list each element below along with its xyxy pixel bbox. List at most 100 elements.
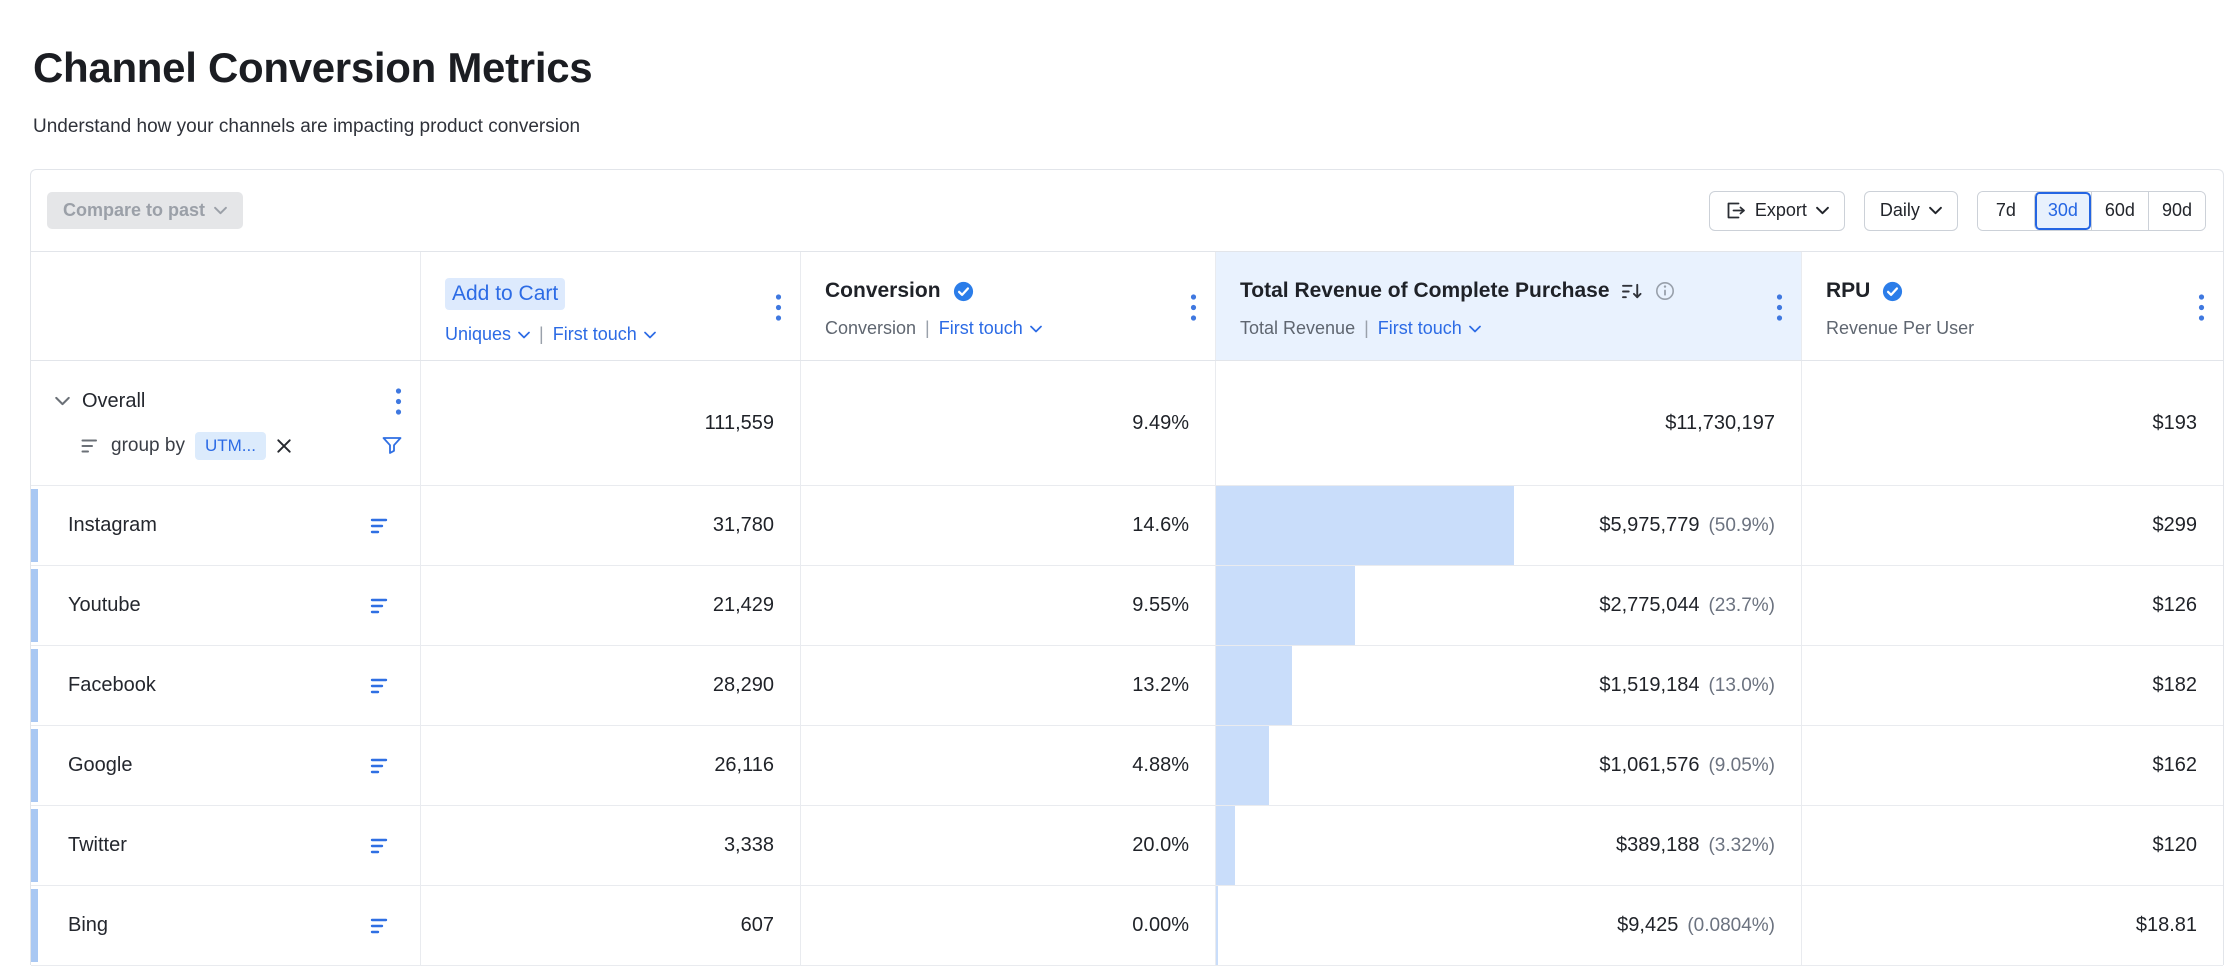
group-by-label: group by (111, 435, 185, 457)
table-row: Youtube 21,429 9.55% $2,775,044 (23.7%) … (31, 566, 2223, 646)
revenue-value-cell: $389,188 (3.32%) (1215, 806, 1801, 885)
overall-row: Overall group by UTM... (31, 361, 2223, 486)
export-button[interactable]: Export (1709, 191, 1845, 231)
conversion-value: 0.00% (1132, 914, 1189, 937)
add-to-cart-column-title[interactable]: Add to Cart (445, 278, 565, 310)
overall-line: Overall (55, 387, 402, 416)
revenue-value: $389,188 (1616, 834, 1699, 857)
remove-group-by-icon[interactable] (276, 438, 292, 454)
overall-label-cell: Overall group by UTM... (31, 361, 420, 485)
range-7d-button[interactable]: 7d (1978, 192, 2034, 230)
conversion-value: 4.88% (1132, 754, 1189, 777)
revenue-text: $1,519,184 (13.0%) (1599, 674, 1775, 697)
rpu-value-cell: $18.81 (1801, 886, 2223, 965)
range-30d-button[interactable]: 30d (2034, 192, 2091, 230)
rpu-value: $18.81 (2136, 914, 2197, 937)
info-icon[interactable] (1655, 281, 1675, 301)
channel-name: Youtube (68, 594, 141, 617)
page-title: Channel Conversion Metrics (33, 44, 2224, 92)
group-by-icon[interactable] (370, 677, 392, 695)
sort-descending-icon[interactable] (1621, 282, 1644, 301)
rpu-value-cell: $120 (1801, 806, 2223, 885)
group-by-chip[interactable]: UTM... (195, 432, 266, 460)
date-range-segmented: 7d30d60d90d (1977, 191, 2206, 231)
conversion-value-cell: 13.2% (800, 646, 1215, 725)
filter-icon[interactable] (382, 436, 402, 455)
attribution-dropdown[interactable]: First touch (553, 324, 656, 345)
conversion-value-cell: 4.88% (800, 726, 1215, 805)
revenue-value-cell: $5,975,779 (50.9%) (1215, 486, 1801, 565)
revenue-text: $5,975,779 (50.9%) (1599, 514, 1775, 537)
add-to-cart-value: 3,338 (724, 834, 774, 857)
toolbar: Compare to past Export Daily 7d30d60d90d (31, 170, 2223, 251)
revenue-bar (1216, 806, 1235, 885)
attribution-dropdown[interactable]: First touch (939, 318, 1042, 339)
channel-label-cell[interactable]: Instagram (31, 486, 420, 565)
conversion-value-cell: 0.00% (800, 886, 1215, 965)
channel-label-cell[interactable]: Youtube (31, 566, 420, 645)
revenue-share: (50.9%) (1708, 515, 1775, 537)
chevron-down-icon (1816, 206, 1829, 215)
column-header-conversion: Conversion Conversion | First touch (800, 252, 1215, 360)
group-by-icon[interactable] (370, 917, 392, 935)
channel-label-cell[interactable]: Facebook (31, 646, 420, 725)
export-icon (1725, 200, 1746, 221)
group-by-icon[interactable] (370, 757, 392, 775)
column-header-total-revenue: Total Revenue of Complete Purchase Total… (1215, 252, 1801, 360)
rpu-value: $162 (2153, 754, 2198, 777)
range-60d-button[interactable]: 60d (2091, 192, 2148, 230)
column-subtitle: Revenue Per User (1826, 318, 1974, 339)
column-menu-icon[interactable] (2198, 293, 2205, 322)
rpu-column-title[interactable]: RPU (1826, 278, 1870, 304)
page-header: Channel Conversion Metrics Understand ho… (0, 0, 2224, 137)
attribution-dropdown[interactable]: First touch (1378, 318, 1481, 339)
column-header-add-to-cart: Add to Cart Uniques | First touch (420, 252, 800, 360)
channel-label-cell[interactable]: Bing (31, 886, 420, 965)
measure-label: Total Revenue (1240, 318, 1355, 339)
group-by-icon (81, 438, 101, 454)
chevron-down-icon (644, 331, 656, 339)
rpu-value: $182 (2153, 674, 2198, 697)
column-menu-icon[interactable] (1776, 293, 1783, 322)
revenue-value-cell: $1,519,184 (13.0%) (1215, 646, 1801, 725)
group-by-icon[interactable] (370, 517, 392, 535)
revenue-bar (1216, 886, 1218, 965)
column-menu-icon[interactable] (775, 293, 782, 322)
table-body: Overall group by UTM... (31, 361, 2223, 966)
column-header-rpu: RPU Revenue Per User (1801, 252, 2223, 360)
compare-to-past-button[interactable]: Compare to past (47, 192, 243, 229)
overall-label: Overall (82, 390, 145, 413)
chevron-down-icon (1030, 325, 1042, 333)
collapse-chevron-icon[interactable] (55, 396, 70, 406)
table-row: Google 26,116 4.88% $1,061,576 (9.05%) $… (31, 726, 2223, 806)
add-to-cart-value: 26,116 (714, 754, 774, 777)
add-to-cart-value-cell: 111,559 (420, 361, 800, 485)
chevron-down-icon (1929, 206, 1942, 215)
group-by-icon[interactable] (370, 597, 392, 615)
column-menu-icon[interactable] (1190, 293, 1197, 322)
add-to-cart-value: 111,559 (705, 412, 774, 435)
range-90d-button[interactable]: 90d (2148, 192, 2205, 230)
channel-label-cell[interactable]: Google (31, 726, 420, 805)
table-row: Facebook 28,290 13.2% $1,519,184 (13.0%)… (31, 646, 2223, 726)
metrics-panel: Compare to past Export Daily 7d30d60d90d (30, 169, 2224, 965)
conversion-value: 13.2% (1132, 674, 1189, 697)
group-by-icon[interactable] (370, 837, 392, 855)
channel-label-cell[interactable]: Twitter (31, 806, 420, 885)
conversion-value: 14.6% (1132, 514, 1189, 537)
separator: | (1364, 318, 1369, 339)
add-to-cart-value-cell: 26,116 (420, 726, 800, 805)
chevron-down-icon (518, 331, 530, 339)
overall-menu-icon[interactable] (395, 387, 402, 416)
measure-dropdown[interactable]: Uniques (445, 324, 530, 345)
conversion-column-title[interactable]: Conversion (825, 278, 941, 304)
total-revenue-column-title[interactable]: Total Revenue of Complete Purchase (1240, 278, 1610, 304)
separator: | (539, 324, 544, 345)
interval-button[interactable]: Daily (1864, 191, 1958, 231)
attribution-label: First touch (553, 324, 637, 345)
conversion-value-cell: 14.6% (800, 486, 1215, 565)
revenue-text: $389,188 (3.32%) (1616, 834, 1775, 857)
verified-badge-icon (952, 280, 975, 303)
separator: | (925, 318, 930, 339)
interval-label: Daily (1880, 200, 1920, 221)
